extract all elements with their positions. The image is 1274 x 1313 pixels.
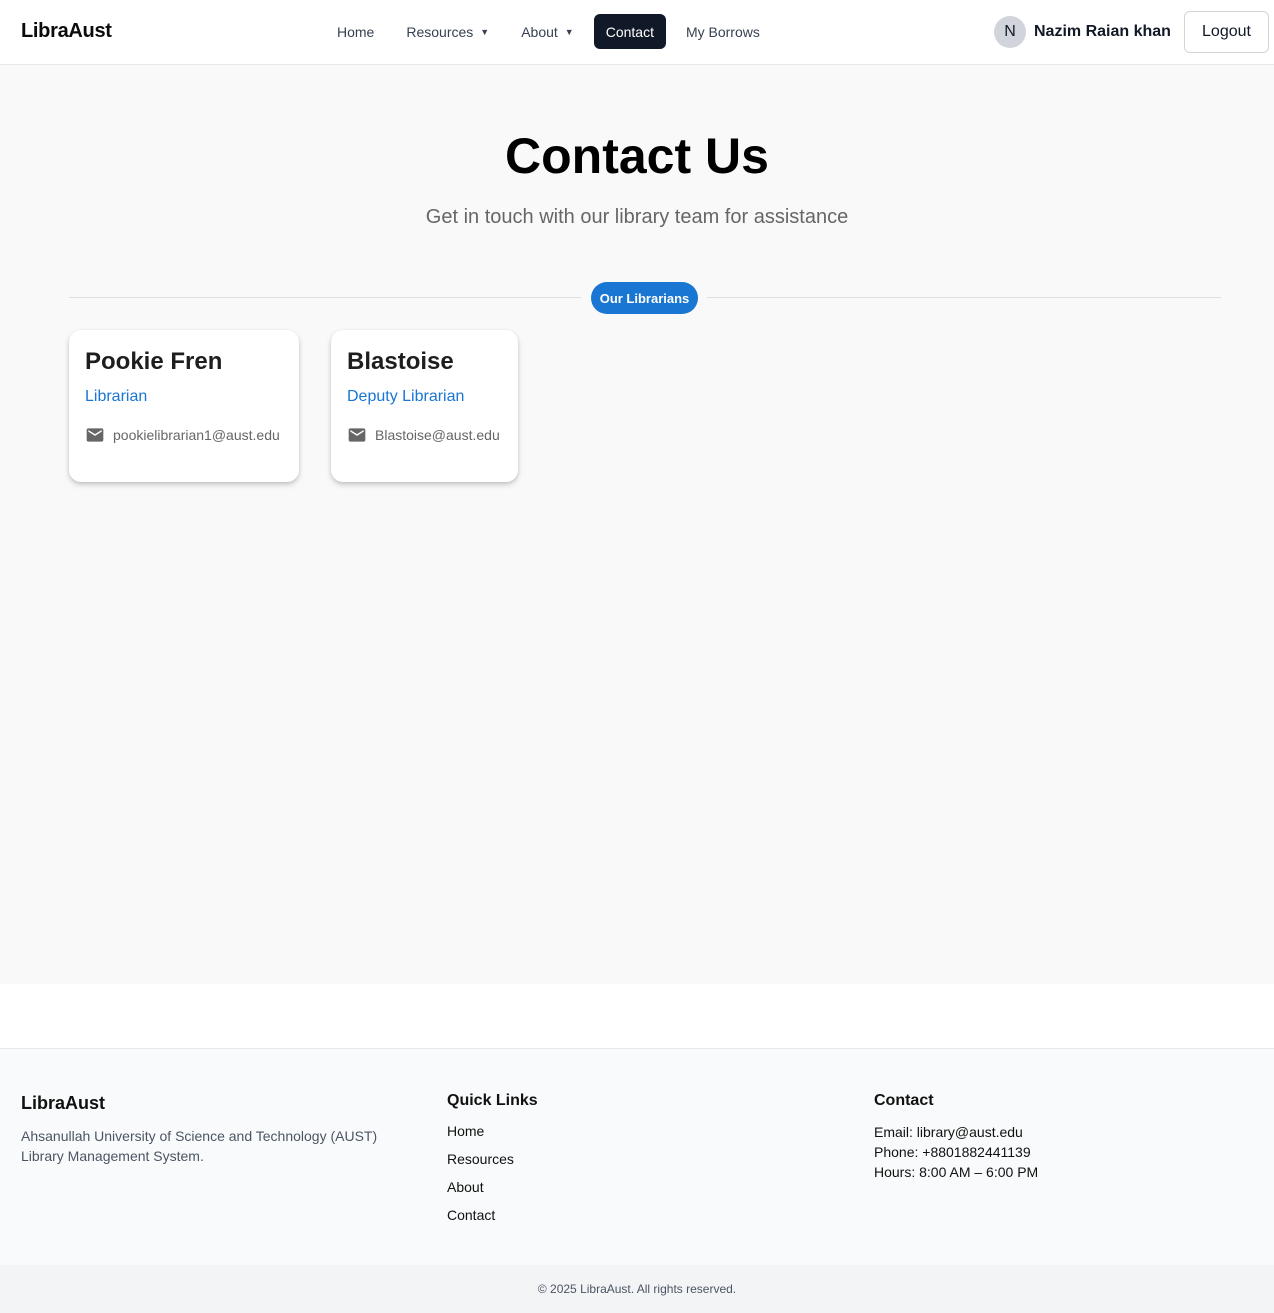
- footer-brand: LibraAust: [21, 1093, 106, 1113]
- librarian-email-row: pookielibrarian1@aust.edu: [85, 425, 283, 445]
- nav-contact-label: Contact: [605, 23, 654, 40]
- footer-link-contact[interactable]: Contact: [447, 1206, 514, 1234]
- page-subtitle: Get in touch with our library team for a…: [425, 206, 849, 228]
- copyright-bar: © 2025 LibraAust. All rights reserved.: [0, 1265, 1274, 1313]
- brand-logo[interactable]: LibraAust: [21, 20, 112, 43]
- nav-links: Home Resources ▼ About ▼ Contact My Borr…: [321, 14, 776, 49]
- user-menu[interactable]: N Nazim Raian khan: [994, 16, 1171, 48]
- librarian-email[interactable]: Blastoise@aust.edu: [375, 427, 500, 443]
- quick-links-list: Home Resources About Contact: [447, 1122, 514, 1234]
- footer-description: Ahsanullah University of Science and Tec…: [21, 1128, 378, 1164]
- contact-page-main: Contact Us Get in touch with our library…: [0, 65, 1274, 984]
- logout-button[interactable]: Logout: [1184, 11, 1269, 53]
- nav-about-dropdown[interactable]: About ▼: [505, 14, 590, 49]
- contact-info: Email: library@aust.edu Phone: +88018824…: [874, 1122, 1038, 1182]
- nav-about-label: About: [521, 23, 558, 40]
- nav-resources-dropdown[interactable]: Resources ▼: [390, 14, 505, 49]
- nav-my-borrows-label: My Borrows: [685, 23, 760, 40]
- mail-icon: [348, 428, 366, 442]
- nav-home-label: Home: [337, 23, 375, 40]
- contact-phone: Phone: +8801882441139: [874, 1144, 1031, 1160]
- nav-my-borrows[interactable]: My Borrows: [670, 14, 776, 49]
- site-footer: LibraAust Ahsanullah University of Scien…: [0, 1048, 1274, 1265]
- librarian-email[interactable]: pookielibrarian1@aust.edu: [113, 427, 280, 443]
- divider-line: [69, 297, 581, 298]
- contact-hours: Hours: 8:00 AM – 6:00 PM: [874, 1164, 1039, 1180]
- footer-link-home[interactable]: Home: [447, 1122, 514, 1150]
- librarian-card: Blastoise Deputy Librarian Blastoise@aus…: [331, 330, 518, 482]
- footer-link-resources[interactable]: Resources: [447, 1150, 514, 1178]
- nav-home[interactable]: Home: [321, 14, 390, 49]
- librarian-role: Librarian: [85, 388, 148, 406]
- librarian-role: Deputy Librarian: [347, 388, 465, 406]
- footer-link-about[interactable]: About: [447, 1178, 514, 1206]
- quick-links-heading: Quick Links: [447, 1092, 538, 1109]
- caret-down-icon: ▼: [480, 26, 490, 37]
- section-chip: Our Librarians: [591, 282, 698, 314]
- nav-contact[interactable]: Contact: [593, 14, 666, 49]
- librarian-name: Blastoise: [347, 348, 454, 375]
- contact-email: Email: library@aust.edu: [874, 1124, 1023, 1140]
- page-title: Contact Us: [505, 128, 769, 184]
- section-divider: Our Librarians: [69, 282, 1221, 314]
- top-navbar: LibraAust Home Resources ▼ About ▼ Conta…: [0, 0, 1274, 65]
- nav-resources-label: Resources: [406, 23, 474, 40]
- mail-icon: [86, 428, 104, 442]
- caret-down-icon: ▼: [564, 26, 574, 37]
- contact-heading: Contact: [874, 1092, 934, 1109]
- librarian-email-row: Blastoise@aust.edu: [347, 425, 502, 445]
- avatar: N: [994, 16, 1026, 48]
- librarian-card: Pookie Fren Librarian pookielibrarian1@a…: [69, 330, 299, 482]
- librarian-name: Pookie Fren: [85, 348, 223, 375]
- user-name: Nazim Raian khan: [1034, 23, 1171, 40]
- copyright-text: © 2025 LibraAust. All rights reserved.: [537, 1282, 737, 1296]
- divider-line: [707, 297, 1221, 298]
